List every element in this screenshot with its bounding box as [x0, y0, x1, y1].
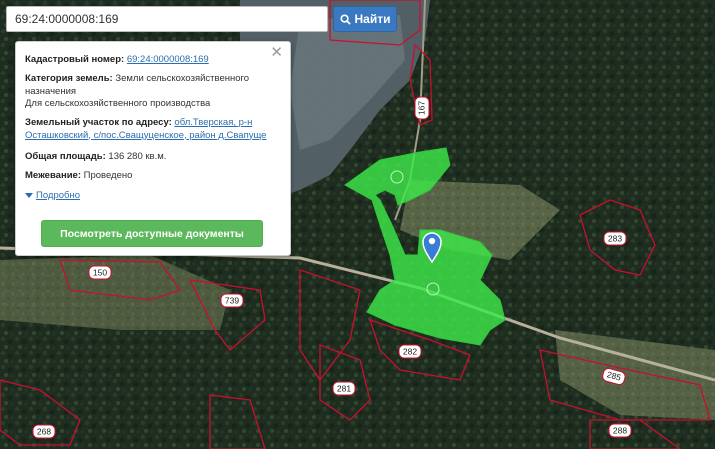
parcel-label-739: 739: [220, 293, 244, 308]
search-button[interactable]: Найти: [333, 6, 397, 32]
parcel-label-268: 268: [32, 424, 56, 439]
svg-text:150: 150: [93, 268, 107, 278]
search-box[interactable]: [6, 6, 328, 32]
area-value: 136 280 кв.м.: [108, 151, 167, 162]
cadastral-link[interactable]: 69:24:0000008:169: [127, 54, 209, 65]
more-details-label: Подробно: [36, 190, 80, 201]
category-label: Категория земель:: [25, 73, 113, 84]
search-icon: [339, 13, 351, 25]
svg-text:282: 282: [403, 347, 417, 357]
survey-label: Межевание:: [25, 170, 81, 181]
cadastral-row: Кадастровый номер: 69:24:0000008:169: [25, 54, 278, 67]
category-row: Категория земель: Земли сельскохозяйстве…: [25, 73, 278, 98]
parcel-label-167: 167: [414, 96, 430, 120]
usage-row: Для сельскохозяйственного производства: [25, 98, 278, 111]
svg-text:167: 167: [416, 101, 426, 115]
svg-text:281: 281: [337, 384, 351, 394]
parcel-label-283: 283: [603, 231, 627, 246]
parcel-label-281: 281: [332, 381, 356, 396]
address-label: Земельный участок по адресу:: [25, 117, 172, 128]
parcel-label-288: 288: [608, 423, 632, 438]
cadastral-label: Кадастровый номер:: [25, 54, 125, 65]
triangle-down-icon: [25, 193, 33, 198]
usage-value: Для сельскохозяйственного производства: [25, 98, 211, 109]
search-input[interactable]: [7, 7, 327, 31]
svg-text:268: 268: [37, 427, 51, 437]
view-documents-button[interactable]: Посмотреть доступные документы: [41, 220, 263, 247]
svg-text:288: 288: [613, 426, 627, 436]
parcel-label-282: 282: [398, 344, 422, 359]
svg-text:283: 283: [608, 234, 622, 244]
area-label: Общая площадь:: [25, 151, 106, 162]
search-button-label: Найти: [354, 12, 391, 26]
svg-text:739: 739: [225, 296, 239, 306]
parcel-info-panel: ✕ Кадастровый номер: 69:24:0000008:169 К…: [15, 41, 291, 256]
parcel-label-150: 150: [88, 265, 112, 280]
area-row: Общая площадь: 136 280 кв.м.: [25, 151, 278, 164]
survey-value: Проведено: [83, 170, 133, 181]
survey-row: Межевание: Проведено: [25, 170, 278, 183]
address-row: Земельный участок по адресу: обл.Тверска…: [25, 117, 278, 142]
more-details-toggle[interactable]: Подробно: [25, 190, 80, 201]
